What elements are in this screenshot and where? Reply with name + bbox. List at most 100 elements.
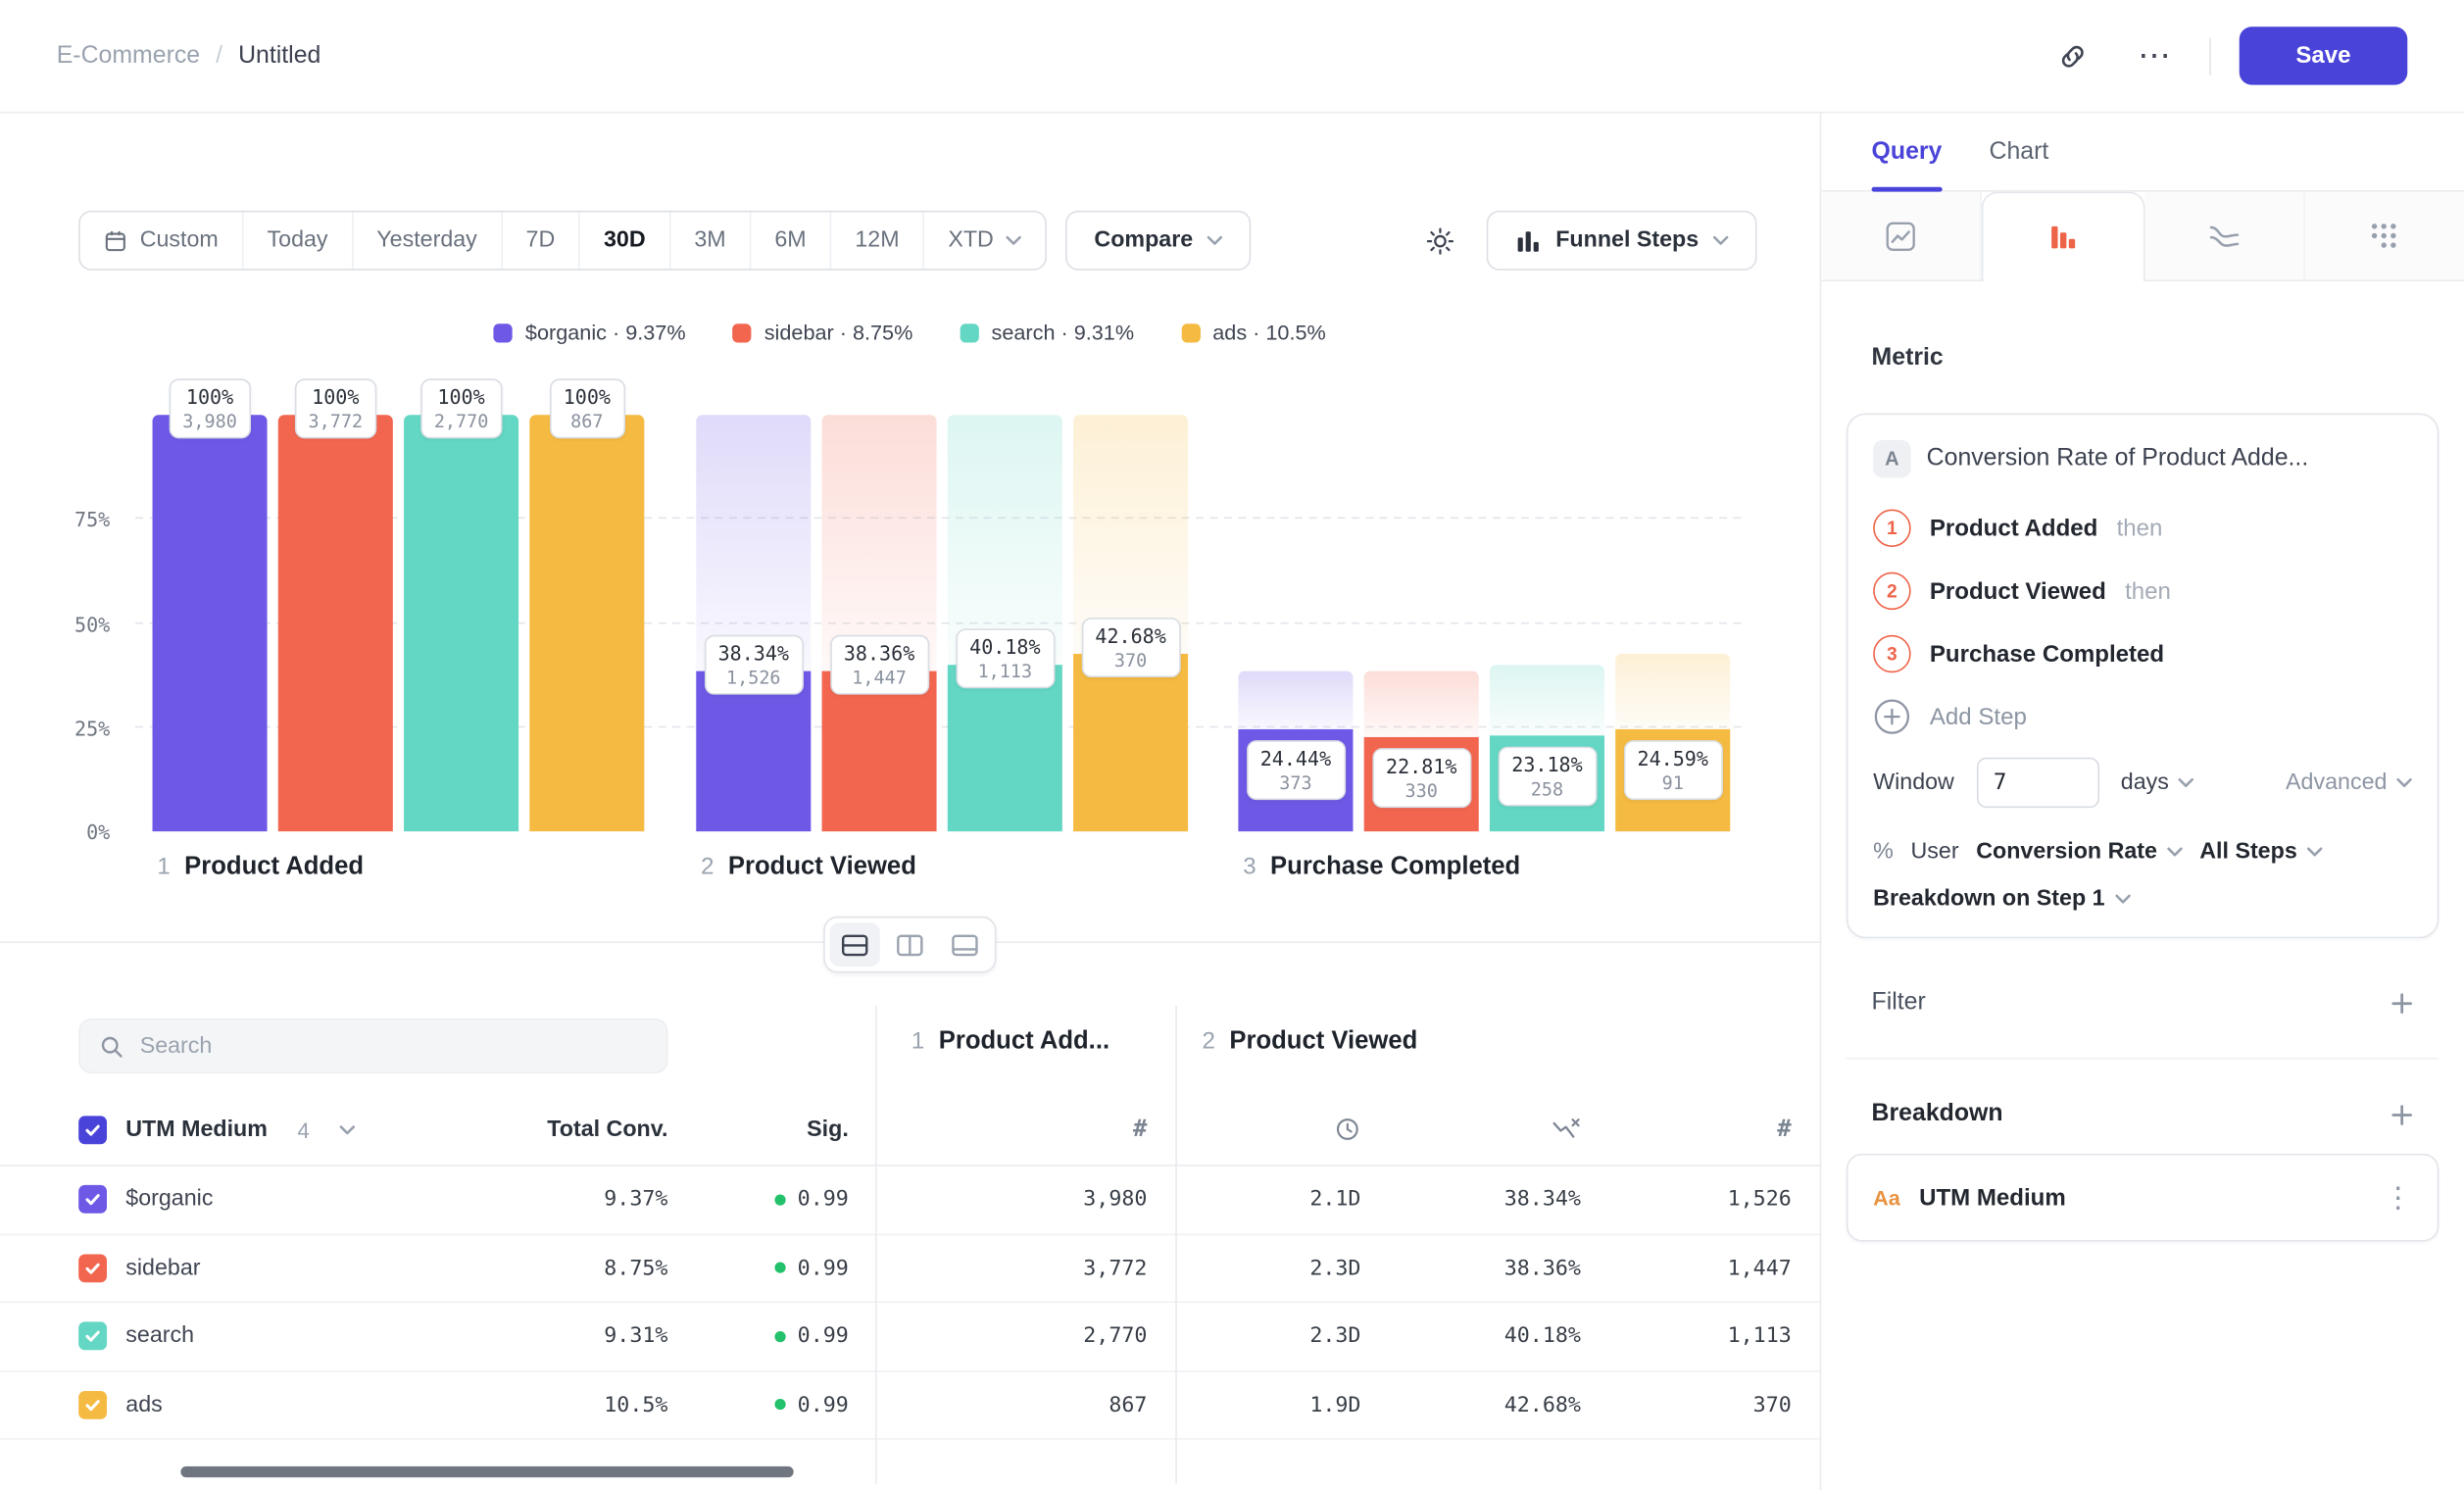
window-unit-select[interactable]: days: [2121, 770, 2194, 796]
metric-step[interactable]: 1Product Addedthen: [1873, 497, 2412, 560]
funnel-bar[interactable]: [948, 664, 1062, 831]
tab-flows[interactable]: [2305, 192, 2464, 280]
funnel-bar[interactable]: [822, 671, 937, 831]
select-all-checkbox[interactable]: [78, 1116, 107, 1144]
tab-retention[interactable]: [2144, 192, 2305, 280]
layout-split-horizontal-button[interactable]: [830, 922, 880, 967]
funnel-bar[interactable]: [278, 415, 393, 831]
row-checkbox[interactable]: [78, 1254, 107, 1282]
breakdown-property-label: UTM Medium: [1919, 1184, 2365, 1211]
bar-value-label: 42.68%370: [1081, 618, 1180, 677]
funnel-bar[interactable]: [404, 415, 518, 831]
legend-item[interactable]: sidebar · 8.75%: [733, 321, 913, 344]
group-column-header[interactable]: UTM Medium: [125, 1117, 268, 1142]
legend-item[interactable]: search · 9.31%: [960, 321, 1134, 344]
measure-row: % User Conversion Rate All Steps: [1873, 839, 2412, 865]
significance-dot: [775, 1399, 786, 1410]
row-checkbox[interactable]: [78, 1185, 107, 1214]
funnel-bar[interactable]: [696, 671, 811, 831]
compare-button[interactable]: Compare: [1066, 211, 1252, 271]
advanced-toggle[interactable]: Advanced: [2286, 770, 2412, 796]
layout-bottom-panel-button[interactable]: [940, 922, 990, 967]
breadcrumb-current[interactable]: Untitled: [238, 41, 320, 70]
metric-step[interactable]: 2Product Viewedthen: [1873, 560, 2412, 622]
search-icon: [99, 1033, 124, 1059]
advanced-label: Advanced: [2286, 770, 2387, 796]
table-row[interactable]: sidebar8.75%0.993,7722.3D38.36%1,447: [0, 1234, 1820, 1303]
significance-dot: [775, 1194, 786, 1205]
date-range-xtd[interactable]: XTD: [924, 212, 1045, 269]
ellipsis-icon: ⋯: [2138, 39, 2171, 73]
chevron-down-icon: [2306, 847, 2322, 857]
chart-view-selector[interactable]: Funnel Steps: [1487, 211, 1757, 271]
window-value-input[interactable]: [1976, 758, 2098, 808]
row-step1-count: 3,772: [875, 1256, 1175, 1281]
date-range-yesterday[interactable]: Yesterday: [353, 212, 502, 269]
legend-item[interactable]: ads · 10.5%: [1181, 321, 1326, 344]
funnel-bar[interactable]: [1073, 654, 1188, 831]
date-range-12m[interactable]: 12M: [831, 212, 924, 269]
breakdown-section-header: Breakdown: [1847, 1100, 2439, 1128]
row-conv-rate: 38.34%: [1360, 1187, 1580, 1213]
breakdown-on-label: Breakdown on Step 1: [1873, 886, 2104, 912]
chevron-down-icon[interactable]: [339, 1124, 355, 1134]
metric-card: A Conversion Rate of Product Adde... 1Pr…: [1847, 414, 2439, 939]
row-avg-time: 2.3D: [1175, 1323, 1360, 1349]
step-suffix: then: [2117, 515, 2163, 541]
kebab-menu-icon[interactable]: ⋮: [2384, 1183, 2412, 1212]
metric-title-row[interactable]: A Conversion Rate of Product Adde...: [1873, 440, 2412, 477]
add-step-button[interactable]: Add Step: [1873, 685, 2412, 748]
step-label: Product Viewed: [1229, 1028, 1417, 1057]
breadcrumb-parent[interactable]: E-Commerce: [57, 41, 200, 70]
sig-header[interactable]: Sig.: [667, 1117, 875, 1142]
chart-settings-button[interactable]: [1414, 214, 1468, 268]
add-filter-button[interactable]: [2390, 991, 2414, 1015]
total-conv-header[interactable]: Total Conv.: [511, 1117, 667, 1142]
measure-scope-select[interactable]: All Steps: [2199, 839, 2322, 865]
count-column-icon[interactable]: #: [1777, 1115, 1791, 1143]
count-column-icon[interactable]: #: [1133, 1115, 1147, 1143]
horizontal-scrollbar[interactable]: [180, 1466, 793, 1477]
row-checkbox[interactable]: [78, 1322, 107, 1351]
table-row[interactable]: search9.31%0.992,7702.3D40.18%1,113: [0, 1303, 1820, 1371]
measure-scope-label: All Steps: [2199, 839, 2296, 865]
window-unit-label: days: [2121, 770, 2169, 796]
dropoff-chart-column-icon[interactable]: [1551, 1116, 1580, 1142]
funnel-bar[interactable]: [153, 415, 268, 831]
table-row[interactable]: $organic9.37%0.993,9802.1D38.34%1,526: [0, 1167, 1820, 1235]
avg-time-column-icon[interactable]: [1334, 1116, 1360, 1142]
breakdown-item[interactable]: Aa UTM Medium ⋮: [1847, 1154, 2439, 1242]
measure-metric-select[interactable]: Conversion Rate: [1976, 839, 2182, 865]
check-icon: [83, 1259, 102, 1277]
metric-step[interactable]: 3Purchase Completed: [1873, 622, 2412, 685]
layout-toggle: [823, 917, 996, 973]
search-input[interactable]: [140, 1033, 648, 1059]
date-range-today[interactable]: Today: [243, 212, 353, 269]
tab-chart[interactable]: Chart: [1990, 113, 2049, 190]
step-label: Purchase Completed: [1930, 640, 2164, 667]
breakdown-on-step-select[interactable]: Breakdown on Step 1: [1873, 886, 2412, 912]
layout-split-vertical-button[interactable]: [885, 922, 935, 967]
tab-insights[interactable]: [1821, 192, 1982, 280]
measure-entity[interactable]: User: [1910, 839, 1958, 865]
row-checkbox[interactable]: [78, 1391, 107, 1419]
date-range-6m[interactable]: 6M: [751, 212, 831, 269]
funnel-bar-remainder: [1238, 671, 1353, 729]
share-link-button[interactable]: [2045, 29, 2099, 83]
legend-item[interactable]: $organic · 9.37%: [494, 321, 686, 344]
date-range-custom[interactable]: Custom: [80, 212, 244, 269]
more-options-button[interactable]: ⋯: [2128, 29, 2182, 83]
add-breakdown-button[interactable]: [2390, 1103, 2414, 1126]
date-range-7d[interactable]: 7D: [502, 212, 579, 269]
funnel-plot: 75%50%25%0%100%3,98038.34%1,52624.44%373…: [0, 360, 1820, 831]
conversion-window-row: Window days Advanced: [1873, 758, 2412, 808]
date-range-30d[interactable]: 30D: [580, 212, 670, 269]
row-name: search: [125, 1323, 194, 1349]
table-row[interactable]: ads10.5%0.998671.9D42.68%370: [0, 1371, 1820, 1440]
tab-query[interactable]: Query: [1872, 113, 1943, 190]
date-range-3m[interactable]: 3M: [670, 212, 751, 269]
funnel-bar[interactable]: [529, 415, 644, 831]
table-search[interactable]: [78, 1018, 667, 1073]
tab-funnels[interactable]: [1982, 192, 2144, 281]
save-button[interactable]: Save: [2240, 26, 2408, 84]
